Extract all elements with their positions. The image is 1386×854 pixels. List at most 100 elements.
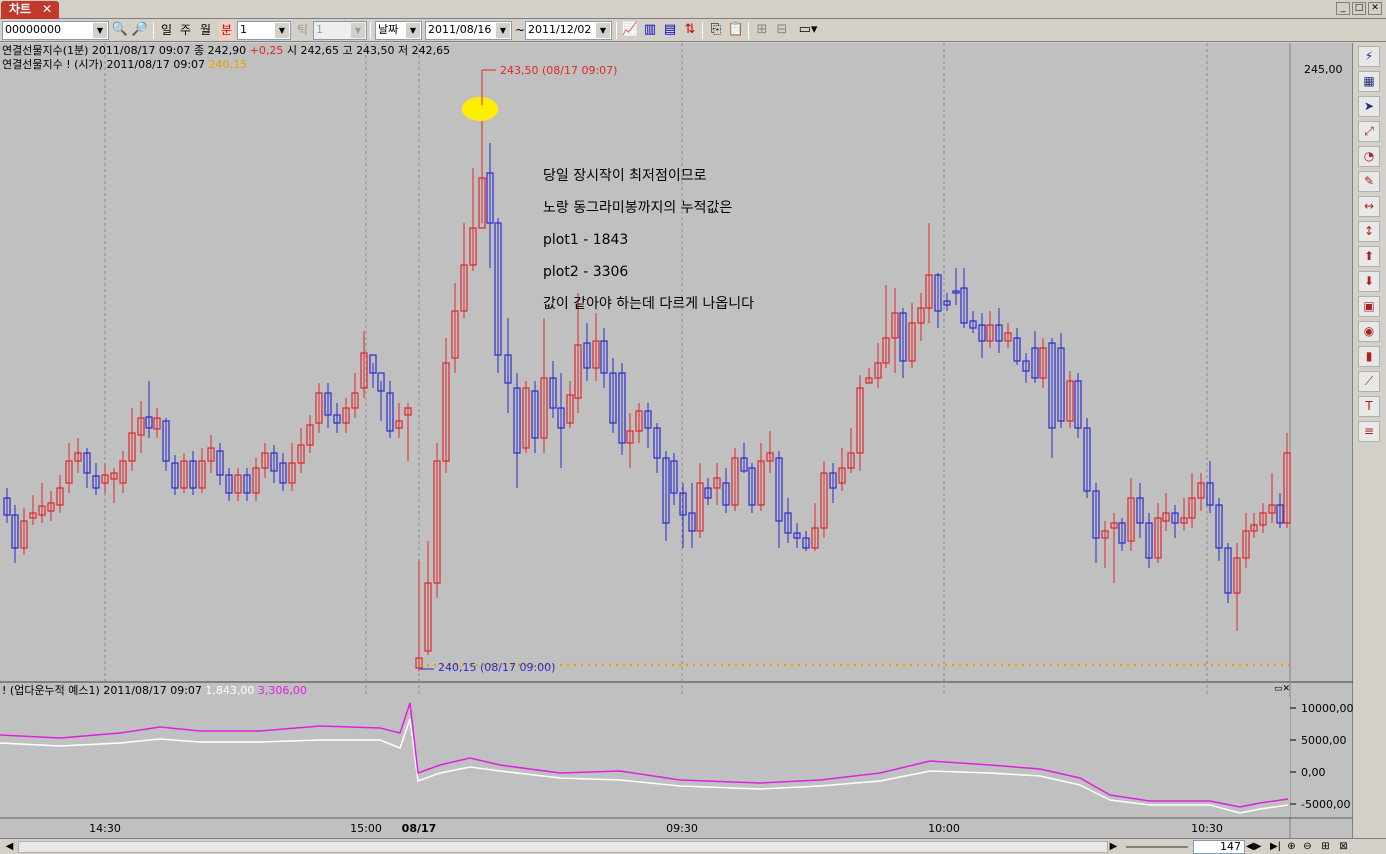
close-button[interactable]: ✕ [1368, 2, 1382, 15]
paste-icon[interactable]: 📋 [727, 21, 745, 39]
tab-bar: 차트 ✕ _ □ ✕ [0, 0, 1386, 19]
annotation-line: 당일 장시작이 최저점이므로 [543, 168, 707, 184]
chart-window: 차트 ✕ _ □ ✕ 00000000 ▼ 🔍 🔎 일 주 월 분 1 ▼ 틱 … [0, 0, 1386, 854]
chevron-down-icon[interactable]: ▼ [93, 23, 107, 38]
time-axis-label: 08/17 [402, 822, 437, 835]
fib-icon[interactable]: ≡ [1358, 421, 1380, 442]
vline-icon[interactable]: ↕ [1358, 221, 1380, 242]
time-axis-label: 14:30 [89, 822, 121, 835]
date-range-separator: ~ [515, 23, 526, 37]
layout-icon[interactable]: ⊟ [773, 21, 791, 39]
close-icon[interactable]: ✕ [42, 1, 52, 18]
chart-canvas[interactable]: 243,50 (08/17 09:07) 240,15 (08/17 09:00)… [0, 43, 1353, 838]
annotation-line: plot2 - 3306 [543, 264, 629, 280]
chart-area[interactable]: 243,50 (08/17 09:07) 240,15 (08/17 09:00)… [0, 43, 1353, 838]
main-chart-ohl: 시 242,65 고 243,50 저 242,65 [286, 44, 451, 57]
start-date-field[interactable]: 2011/08/16 ▼ [425, 21, 512, 40]
step-back-icon[interactable]: ◀▶ [1246, 840, 1261, 854]
date-mode-select[interactable]: 날짜 ▼ [375, 21, 422, 40]
circle-icon[interactable]: ◉ [1358, 321, 1380, 342]
tick-select[interactable]: 1 ▼ [313, 21, 367, 40]
bar-chart-icon[interactable]: ▥ [641, 21, 659, 39]
rect-icon[interactable]: ▣ [1358, 296, 1380, 317]
zoom-icon[interactable]: ⤢ [1358, 121, 1380, 142]
time-axis-label: 09:30 [666, 822, 698, 835]
scroll-bar[interactable]: ◀ ▶ 147 ◀▶ ▶| ⊕ ⊖ ⊞ ⊠ [0, 838, 1386, 854]
minute-select[interactable]: 1 ▼ [237, 21, 291, 40]
code-value: 00000000 [5, 23, 61, 36]
grid-icon[interactable]: ▦ [1358, 71, 1380, 92]
indicator-plot2-value: 3,306,00 [257, 684, 307, 697]
text-icon[interactable]: T [1358, 396, 1380, 417]
indicator-name: ! (업다운누적 예스1) 2011/08/17 09:07 [2, 684, 202, 697]
maximize-button[interactable]: □ [1352, 2, 1366, 15]
go-end-icon[interactable]: ▶| [1268, 840, 1283, 854]
code-select[interactable]: 00000000 ▼ [2, 21, 109, 40]
reset-icon[interactable]: ⊠ [1336, 840, 1351, 854]
high-marker-label: 243,50 (08/17 09:07) [500, 64, 617, 77]
date-mode-value: 날짜 [378, 23, 399, 36]
time-axis-label: 10:30 [1191, 822, 1223, 835]
volume-icon[interactable]: ▤ [661, 21, 679, 39]
tick-value: 1 [316, 23, 323, 36]
main-chart-close: 종 242,90 [194, 44, 247, 57]
scroll-left-icon[interactable]: ◀ [2, 840, 17, 854]
chevron-down-icon[interactable]: ▼ [596, 23, 610, 38]
price-pane[interactable] [0, 43, 1290, 681]
up-arrow-icon[interactable]: ⬆ [1358, 246, 1380, 267]
period-day-button[interactable]: 일 [161, 21, 172, 40]
chevron-down-icon[interactable]: ▼ [406, 23, 420, 38]
open-series-value: 240,15 [208, 58, 248, 71]
window-menu-icon[interactable]: ▭▾ [795, 21, 821, 39]
scroll-track[interactable] [18, 841, 1108, 853]
main-chart-change: +0,25 [249, 44, 284, 57]
indicator-pane-controls[interactable]: ▭✕ [1274, 684, 1290, 694]
annotation-line: plot1 - 1843 [543, 232, 629, 248]
chevron-down-icon[interactable]: ▼ [275, 23, 289, 38]
zoom-out-icon[interactable]: ⊖ [1300, 840, 1315, 854]
chart-icon[interactable]: ◔ [1358, 146, 1380, 167]
pen-icon[interactable]: ✎ [1358, 171, 1380, 192]
updown-icon[interactable]: ⇅ [681, 21, 699, 39]
highlight-circle [462, 97, 498, 121]
line-chart-icon[interactable]: 📈 [621, 21, 639, 39]
indicator-axis-label: 10000,00 [1301, 702, 1353, 715]
time-axis-label: 10:00 [928, 822, 960, 835]
chevron-down-icon[interactable]: ▼ [351, 23, 365, 38]
end-date-field[interactable]: 2011/12/02 ▼ [525, 21, 612, 40]
minimize-button[interactable]: _ [1336, 2, 1350, 15]
copy-icon[interactable]: ⎘ [707, 21, 725, 39]
zoom-slider[interactable] [1126, 846, 1188, 848]
grid-toggle-icon[interactable]: ⊞ [1318, 840, 1333, 854]
end-date-value: 2011/12/02 [528, 23, 592, 36]
tab-chart-label: 차트 [9, 2, 32, 16]
bars-icon[interactable]: ▮ [1358, 346, 1380, 367]
chevron-down-icon[interactable]: ▼ [496, 23, 510, 38]
hline-icon[interactable]: ↔ [1358, 196, 1380, 217]
zoom-in-icon[interactable]: ⊕ [1284, 840, 1299, 854]
price-axis-label: 245,00 [1304, 63, 1343, 76]
minute-value: 1 [240, 23, 247, 36]
cursor-icon[interactable]: ➤ [1358, 96, 1380, 117]
down-arrow-icon[interactable]: ⬇ [1358, 271, 1380, 292]
annotation-line: 값이 같아야 하는데 다르게 나옵니다 [543, 296, 754, 312]
low-marker-label: 240,15 (08/17 09:00) [438, 661, 555, 674]
zoom-search-icon[interactable]: 🔎 [131, 21, 149, 39]
window-controls: _ □ ✕ [1336, 2, 1382, 15]
zoom-count-input[interactable]: 147 [1193, 840, 1245, 854]
indicator-pane[interactable] [0, 697, 1290, 818]
period-week-button[interactable]: 주 [180, 21, 191, 40]
refresh-icon[interactable]: ⚡ [1358, 46, 1380, 67]
tab-chart[interactable]: 차트 ✕ [1, 1, 59, 19]
trendline-icon[interactable]: ⟋ [1358, 371, 1380, 392]
period-minute-button[interactable]: 분 [219, 21, 235, 40]
split-icon[interactable]: ⊞ [753, 21, 771, 39]
annotation-line: 노랑 동그라미봉까지의 누적값은 [543, 200, 733, 216]
search-icon[interactable]: 🔍 [111, 21, 129, 39]
indicator-plot1-value: 1,843,00 [205, 684, 255, 697]
open-series-name: 연결선물지수 ! (시가) 2011/08/17 09:07 [2, 58, 206, 71]
scroll-right-icon[interactable]: ▶ [1106, 840, 1121, 854]
tick-label: 틱 [297, 23, 309, 37]
main-chart-name: 연결선물지수(1분) 2011/08/17 09:07 [2, 44, 191, 57]
period-month-button[interactable]: 월 [200, 21, 211, 40]
